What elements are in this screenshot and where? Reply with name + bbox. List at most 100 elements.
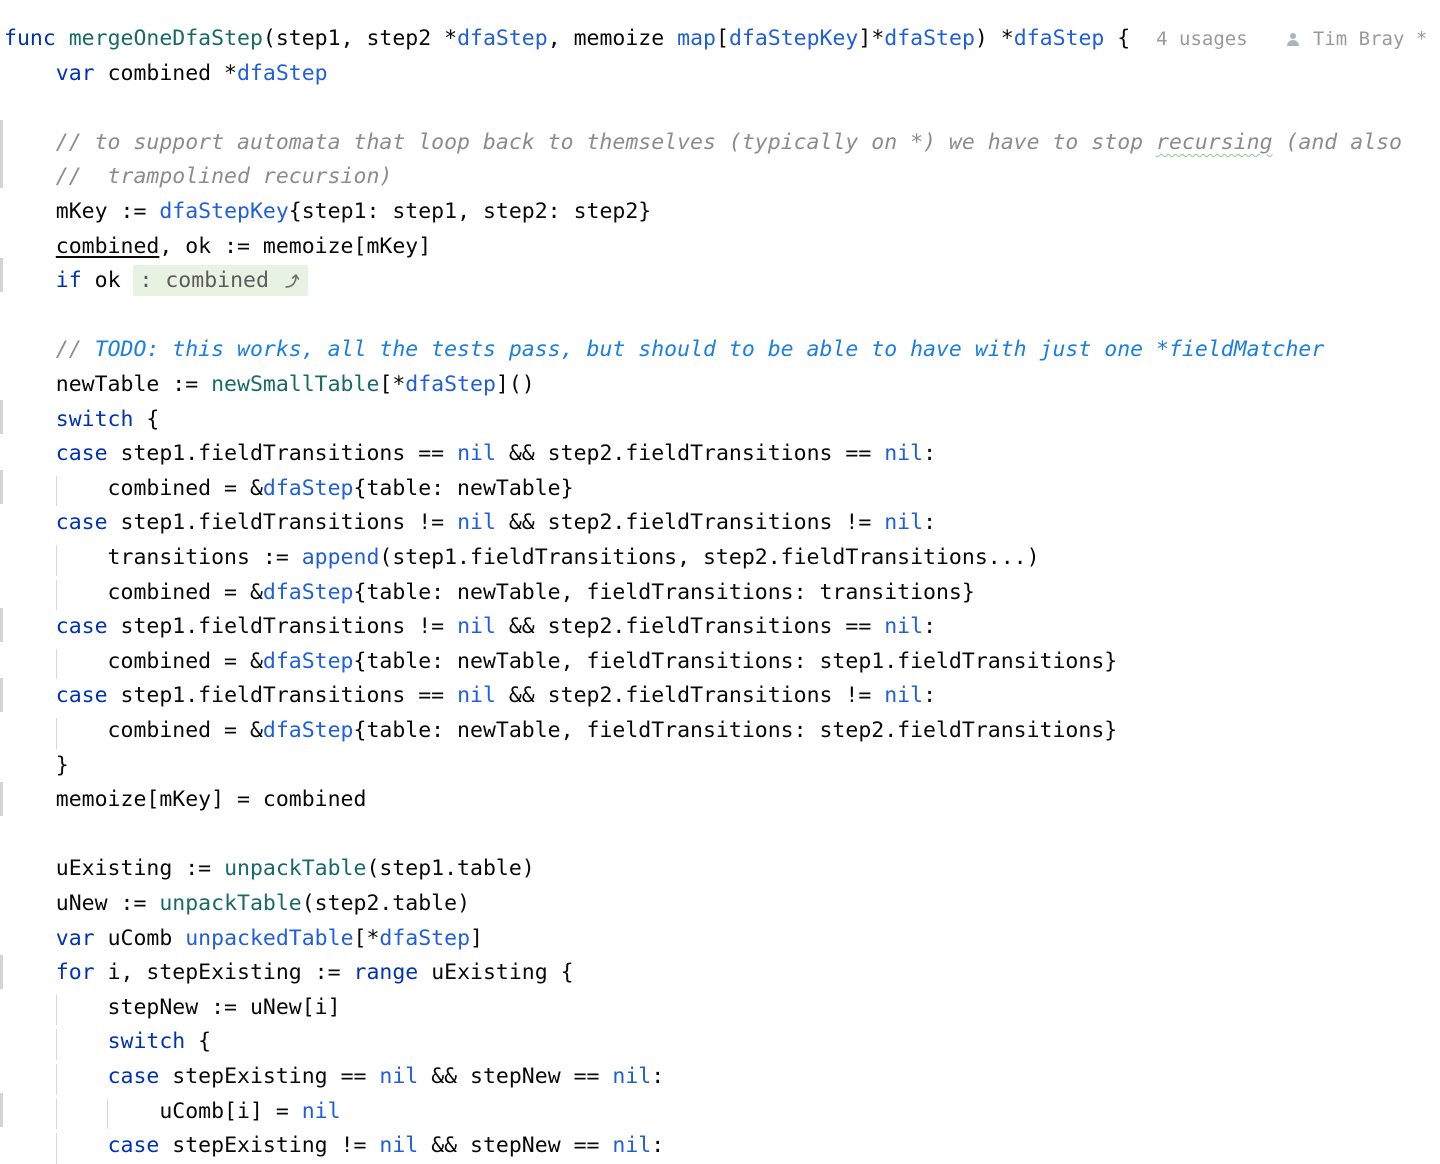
- code-token: nil: [457, 614, 496, 640]
- code-token: {table: newTable, fieldTransitions: tran…: [353, 579, 975, 605]
- code-line[interactable]: uExisting := unpackTable(step1.table): [4, 852, 535, 887]
- indent-guide: [55, 718, 57, 749]
- code-token: dfaStep: [262, 579, 354, 605]
- gutter-change-marker[interactable]: [0, 400, 3, 434]
- code-line[interactable]: case stepExisting == nil && stepNew == n…: [4, 1060, 665, 1095]
- code-token: newTable :=: [4, 372, 212, 397]
- return-value-inlay-hint[interactable]: : combined: [133, 265, 308, 297]
- code-token: combined = &: [4, 718, 263, 743]
- code-token: nil: [379, 1064, 419, 1089]
- code-token: nil: [884, 614, 924, 640]
- code-token: uNew :=: [4, 891, 160, 916]
- code-line[interactable]: func mergeOneDfaStep(step1, step2 *dfaSt…: [4, 22, 1427, 57]
- code-line[interactable]: var uComb unpackedTable[*dfaStep]: [4, 922, 483, 957]
- code-token: stepNew := uNew[i]: [4, 994, 341, 1020]
- code-token: case: [55, 441, 121, 467]
- code-line[interactable]: // TODO: this works, all the tests pass,…: [4, 333, 1325, 368]
- code-line[interactable]: combined, ok := memoize[mKey]: [4, 230, 431, 265]
- code-token: combined = &: [4, 475, 263, 501]
- code-token: ]*: [858, 26, 885, 51]
- code-line[interactable]: combined = &dfaStep{table: newTable, fie…: [4, 714, 1118, 749]
- code-line[interactable]: for i, stepExisting := range uExisting {: [4, 956, 574, 991]
- code-line[interactable]: if ok : combined: [4, 264, 308, 299]
- code-line[interactable]: newTable := newSmallTable[*dfaStep](): [4, 368, 535, 403]
- gutter-change-marker[interactable]: [0, 678, 3, 712]
- code-token: ](): [495, 372, 535, 397]
- code-token: :: [651, 1133, 665, 1159]
- code-line[interactable]: transitions := append(step1.fieldTransit…: [4, 541, 1040, 576]
- code-line[interactable]: combined = &dfaStep{table: newTable, fie…: [4, 645, 1118, 680]
- author-inlay-hint[interactable]: Tim Bray *: [1301, 28, 1427, 50]
- code-line[interactable]: }: [4, 749, 69, 784]
- code-token: combined: [55, 233, 160, 259]
- code-line[interactable]: // trampolined recursion): [4, 160, 393, 195]
- code-token: map: [677, 26, 716, 51]
- code-line[interactable]: combined = &dfaStep{table: newTable}: [4, 472, 574, 507]
- gutter-change-marker[interactable]: [0, 608, 3, 642]
- code-token: [*: [379, 372, 406, 397]
- code-token: nil: [301, 1098, 341, 1124]
- code-line[interactable]: uComb[i] = nil: [4, 1095, 341, 1130]
- code-token: {table: newTable}: [353, 475, 574, 501]
- code-token: dfaStep: [884, 26, 975, 51]
- code-token: , memoize: [547, 26, 678, 51]
- code-token: combined *: [107, 60, 238, 86]
- gutter-change-marker[interactable]: [0, 955, 3, 989]
- gutter-change-marker[interactable]: [0, 258, 3, 292]
- code-token: [*: [353, 925, 380, 951]
- code-token: unpackTable: [159, 891, 302, 916]
- gutter-change-marker[interactable]: [0, 782, 3, 816]
- gutter-change-marker[interactable]: [0, 470, 3, 504]
- return-hint-label: : combined: [139, 268, 269, 294]
- code-token: stepExisting !=: [172, 1133, 380, 1159]
- code-token: uComb: [107, 925, 186, 951]
- code-token: dfaStep: [405, 372, 496, 397]
- code-token: nil: [457, 510, 496, 536]
- code-editor[interactable]: func mergeOneDfaStep(step1, step2 *dfaSt…: [0, 0, 1440, 1164]
- curved-return-arrow-icon: [282, 268, 302, 288]
- code-token: dfaStep: [262, 475, 354, 501]
- code-token: combined = &: [4, 648, 263, 674]
- code-line[interactable]: case step1.fieldTransitions == nil && st…: [4, 437, 936, 472]
- code-line[interactable]: // to support automata that loop back to…: [4, 126, 1402, 161]
- code-line[interactable]: combined = &dfaStep{table: newTable, fie…: [4, 576, 975, 611]
- code-line[interactable]: switch {: [4, 403, 160, 438]
- code-token: uComb[i] =: [4, 1098, 302, 1124]
- code-token: {table: newTable, fieldTransitions: step…: [353, 718, 1118, 743]
- code-token: && step2.fieldTransitions !=: [495, 510, 885, 536]
- code-token: //: [55, 337, 95, 363]
- code-token: dfaStep: [262, 648, 354, 674]
- gutter-change-marker[interactable]: [0, 1093, 3, 1127]
- code-line[interactable]: uNew := unpackTable(step2.table): [4, 887, 470, 922]
- code-line[interactable]: case step1.fieldTransitions == nil && st…: [4, 679, 936, 714]
- code-token: {: [133, 406, 160, 432]
- code-line[interactable]: switch {: [4, 1025, 212, 1060]
- code-token: case: [55, 510, 121, 536]
- code-token: && step2.fieldTransitions ==: [495, 441, 885, 467]
- code-token: // trampolined recursion): [55, 164, 393, 190]
- code-line[interactable]: var combined *dfaStep: [4, 57, 328, 92]
- code-token: {: [1104, 26, 1131, 51]
- code-line[interactable]: stepNew := uNew[i]: [4, 991, 341, 1026]
- code-line[interactable]: mKey := dfaStepKey{step1: step1, step2: …: [4, 195, 651, 230]
- inlay-spacer: [1130, 26, 1156, 51]
- indent-guide: [55, 648, 57, 680]
- code-token: nil: [612, 1133, 652, 1159]
- indent-guide: [55, 579, 57, 611]
- usages-inlay-hint[interactable]: 4 usages: [1156, 28, 1248, 50]
- code-token: nil: [457, 441, 496, 467]
- code-token: nil: [884, 510, 924, 536]
- code-token: for: [55, 960, 108, 986]
- code-line[interactable]: case stepExisting != nil && stepNew == n…: [4, 1129, 665, 1164]
- code-token: if: [55, 268, 95, 294]
- code-line[interactable]: case step1.fieldTransitions != nil && st…: [4, 610, 936, 645]
- gutter-change-marker[interactable]: [0, 120, 3, 188]
- code-token: :: [651, 1064, 665, 1089]
- code-line[interactable]: case step1.fieldTransitions != nil && st…: [4, 506, 936, 541]
- code-token: (step1.table): [366, 856, 535, 882]
- code-line[interactable]: memoize[mKey] = combined: [4, 783, 367, 818]
